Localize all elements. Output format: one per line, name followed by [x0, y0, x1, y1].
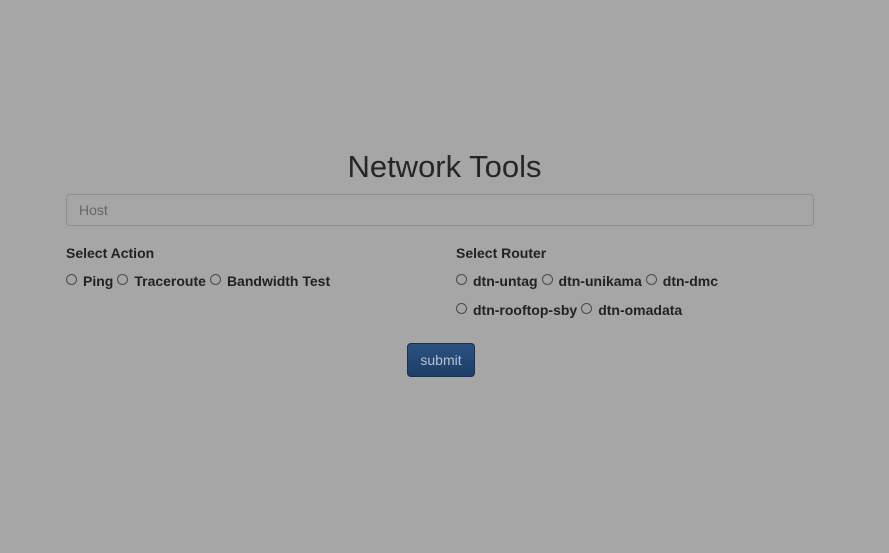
radio-button[interactable]: [581, 302, 593, 314]
router-option-label: dtn-untag: [473, 273, 538, 289]
action-option-label: Traceroute: [134, 273, 206, 289]
router-option-dtn-rooftop-sby[interactable]: dtn-rooftop-sby: [456, 301, 577, 319]
page-title: Network Tools: [347, 149, 542, 184]
radio-button[interactable]: [456, 302, 467, 314]
radio-button[interactable]: [541, 273, 553, 285]
radio-button[interactable]: [117, 273, 129, 285]
submit-button[interactable]: submit: [407, 343, 475, 377]
select-router-label: Select Router: [456, 245, 547, 261]
router-option-label: dtn-dmc: [662, 273, 718, 289]
network-tools-page: Network Tools Select Action Ping Tracero…: [0, 0, 889, 553]
router-option-label: dtn-omadata: [598, 302, 683, 318]
host-input[interactable]: [66, 194, 814, 226]
action-radio-group: Ping Traceroute Bandwidth Test: [66, 272, 436, 290]
select-action-section: Select Action Ping Traceroute Bandwidth …: [66, 245, 436, 290]
action-option-label: Bandwidth Test: [226, 273, 331, 289]
router-option-label: dtn-rooftop-sby: [473, 302, 578, 318]
router-radio-group: dtn-untag dtn-unikama dtn-dmc dtn-roofto…: [456, 272, 756, 319]
select-router-section: Select Router dtn-untag dtn-unikama dtn-…: [456, 245, 756, 319]
router-option-dtn-dmc[interactable]: dtn-dmc: [645, 272, 718, 290]
action-option-traceroute[interactable]: Traceroute: [117, 272, 206, 290]
action-option-ping[interactable]: Ping: [66, 272, 113, 290]
action-option-label: Ping: [83, 273, 114, 289]
action-option-bandwidth-test[interactable]: Bandwidth Test: [209, 272, 331, 290]
router-option-dtn-untag[interactable]: dtn-untag: [456, 272, 538, 290]
select-action-label: Select Action: [66, 245, 155, 261]
radio-button[interactable]: [209, 273, 221, 285]
radio-button[interactable]: [66, 273, 77, 285]
router-option-label: dtn-unikama: [558, 273, 642, 289]
router-option-dtn-omadata[interactable]: dtn-omadata: [581, 301, 682, 319]
radio-button[interactable]: [456, 273, 467, 285]
radio-button[interactable]: [645, 273, 657, 285]
router-option-dtn-unikama[interactable]: dtn-unikama: [541, 272, 642, 290]
